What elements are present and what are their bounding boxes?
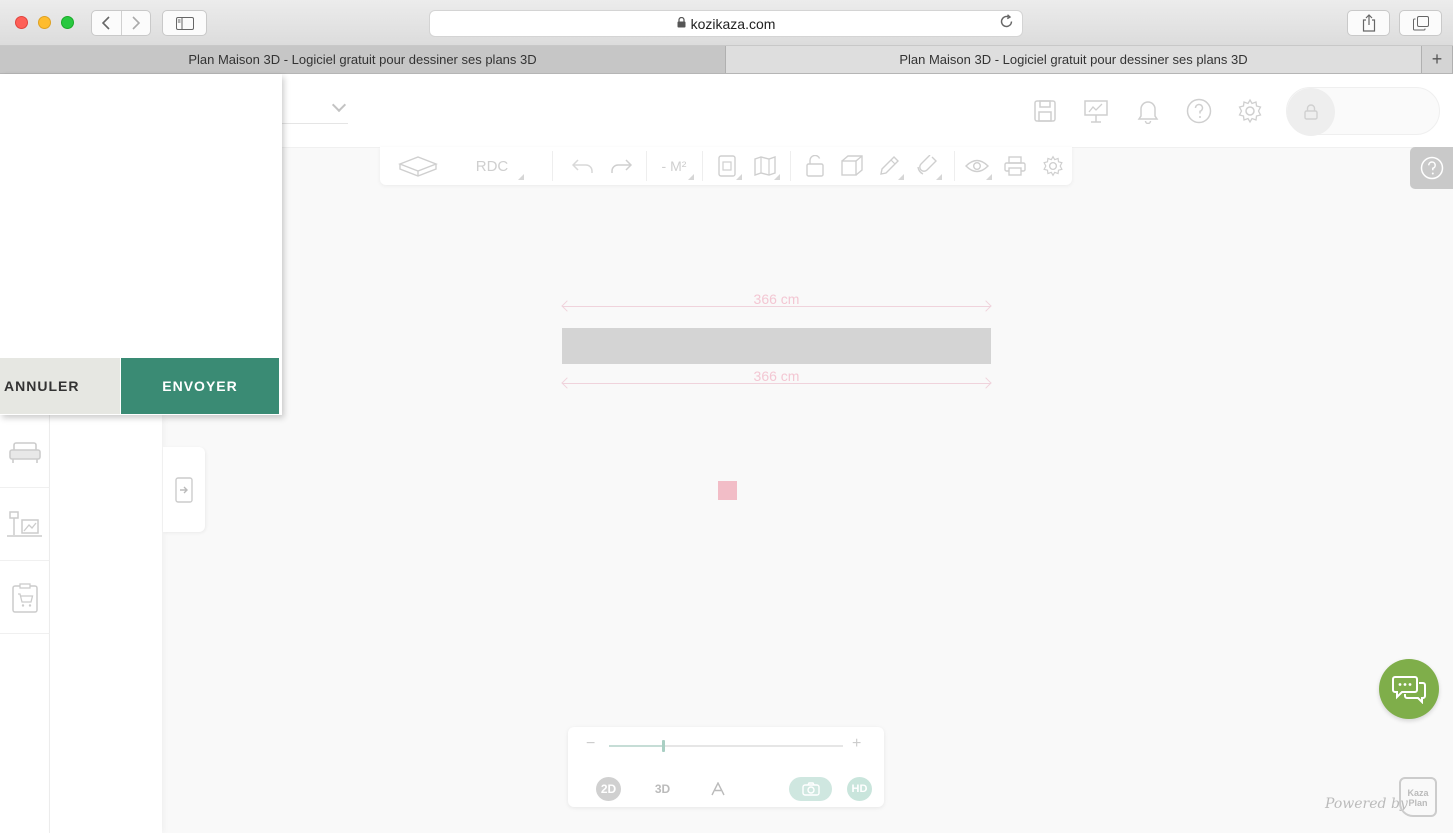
- minimize-window-button[interactable]: [38, 16, 51, 29]
- editor-toolbar: RDC - M²: [380, 147, 1072, 185]
- toolbar-divider: [954, 151, 955, 181]
- dropdown-corner-icon: [688, 174, 694, 180]
- kazaplan-logo[interactable]: Kaza Plan: [1399, 777, 1437, 817]
- history-nav: [91, 10, 151, 36]
- send-button[interactable]: ENVOYER: [121, 358, 279, 414]
- presentation-icon[interactable]: [1083, 98, 1109, 124]
- question-icon: [1420, 156, 1443, 180]
- cancel-button[interactable]: ANNULER: [0, 358, 120, 414]
- dropdown-corner-icon: [936, 174, 942, 180]
- view-controls: − + 2D 3D HD: [568, 727, 884, 807]
- chevron-left-icon: [101, 16, 110, 30]
- rail-item-shopping[interactable]: [0, 562, 50, 634]
- dimension-bottom-label: 366 cm: [753, 368, 800, 384]
- url-text: kozikaza.com: [690, 15, 776, 32]
- sofa-icon: [9, 441, 41, 463]
- toolbar-divider: [646, 151, 647, 181]
- pencil-icon[interactable]: [876, 153, 904, 180]
- rail-item-decoration[interactable]: [0, 489, 50, 561]
- account-lock-icon: [1287, 88, 1335, 136]
- share-button[interactable]: [1347, 10, 1390, 36]
- wall-segment[interactable]: [562, 328, 991, 364]
- text-tool-button[interactable]: [705, 777, 730, 801]
- redo-icon[interactable]: [608, 153, 634, 179]
- project-dropdown[interactable]: [282, 97, 348, 124]
- dropdown-corner-icon: [518, 174, 524, 180]
- address-bar[interactable]: kozikaza.com: [429, 10, 1023, 37]
- back-button[interactable]: [92, 11, 122, 35]
- hd-render-button[interactable]: HD: [847, 777, 872, 801]
- feedback-modal: ANNULER ENVOYER: [0, 74, 282, 415]
- level-selector[interactable]: RDC: [462, 153, 524, 180]
- left-panel-content: [50, 414, 162, 833]
- dimension-bottom: 366 cm: [561, 368, 992, 390]
- level-label: RDC: [475, 157, 509, 175]
- zoom-slider[interactable]: [609, 740, 843, 752]
- level-view-icon[interactable]: [396, 153, 440, 179]
- save-icon[interactable]: [1032, 98, 1058, 124]
- chat-button[interactable]: [1379, 659, 1439, 719]
- settings-gear-icon[interactable]: [1040, 153, 1066, 179]
- toolbar-divider: [702, 151, 703, 181]
- lamp-frame-icon: [7, 510, 42, 537]
- tabs-overview-icon: [1412, 15, 1429, 30]
- shopping-list-icon: [12, 582, 38, 613]
- chat-bubbles-icon: [1392, 676, 1426, 704]
- account-button[interactable]: [1286, 87, 1440, 136]
- lock-icon: [677, 16, 686, 31]
- eye-icon[interactable]: [964, 153, 992, 180]
- dropdown-corner-icon: [774, 174, 780, 180]
- gear-icon[interactable]: [1237, 98, 1263, 124]
- view-2d-button[interactable]: 2D: [596, 777, 621, 801]
- expand-panel-icon: [175, 476, 193, 503]
- zoom-slider-fill: [609, 745, 663, 747]
- toolbar-divider: [552, 151, 553, 181]
- cube-icon[interactable]: [839, 153, 865, 179]
- zoom-slider-handle[interactable]: [662, 740, 665, 752]
- dimension-top-label: 366 cm: [753, 291, 800, 307]
- view-3d-button[interactable]: 3D: [650, 777, 675, 801]
- unlock-icon[interactable]: [802, 153, 828, 179]
- zoom-window-button[interactable]: [61, 16, 74, 29]
- show-tabs-button[interactable]: [1399, 10, 1442, 36]
- help-side-tab[interactable]: [1410, 147, 1453, 189]
- toolbar-divider: [790, 151, 791, 181]
- reload-icon[interactable]: [999, 14, 1014, 33]
- powered-by-text: Powered by: [1325, 796, 1408, 812]
- sidebar-toggle-button[interactable]: [162, 10, 207, 36]
- origin-marker[interactable]: [718, 481, 737, 500]
- chevron-right-icon: [132, 16, 141, 30]
- area-display[interactable]: - M²: [656, 153, 694, 180]
- map-icon[interactable]: [752, 153, 780, 180]
- panel-toggle-button[interactable]: [163, 447, 205, 532]
- chevron-down-icon: [331, 97, 347, 113]
- print-icon[interactable]: [1002, 153, 1028, 179]
- browser-tab[interactable]: Plan Maison 3D - Logiciel gratuit pour d…: [0, 46, 726, 73]
- sidebar-icon: [175, 16, 194, 30]
- left-category-rail: [0, 414, 50, 833]
- browser-titlebar: kozikaza.com: [0, 0, 1453, 46]
- bell-icon[interactable]: [1135, 98, 1161, 124]
- share-icon: [1362, 14, 1375, 32]
- dropdown-corner-icon: [898, 174, 904, 180]
- magnet-icon[interactable]: [914, 153, 942, 180]
- dropdown-corner-icon: [736, 174, 742, 180]
- browser-tab-active[interactable]: Plan Maison 3D - Logiciel gratuit pour d…: [726, 46, 1422, 73]
- catalog-icon[interactable]: [714, 153, 742, 180]
- zoom-out-button[interactable]: −: [586, 735, 595, 753]
- help-icon[interactable]: [1186, 98, 1212, 124]
- rail-item-furniture[interactable]: [0, 416, 50, 488]
- forward-button[interactable]: [122, 11, 151, 35]
- zoom-in-button[interactable]: +: [852, 735, 861, 753]
- undo-icon[interactable]: [570, 153, 596, 179]
- tab-strip: Plan Maison 3D - Logiciel gratuit pour d…: [0, 46, 1453, 74]
- new-tab-button[interactable]: +: [1422, 46, 1453, 73]
- dropdown-corner-icon: [986, 174, 992, 180]
- camera-icon: [801, 782, 820, 796]
- dimension-top: 366 cm: [561, 291, 992, 313]
- camera-button[interactable]: [789, 777, 832, 801]
- area-label: - M²: [661, 158, 687, 174]
- letter-a-icon: [710, 782, 725, 796]
- close-window-button[interactable]: [15, 16, 28, 29]
